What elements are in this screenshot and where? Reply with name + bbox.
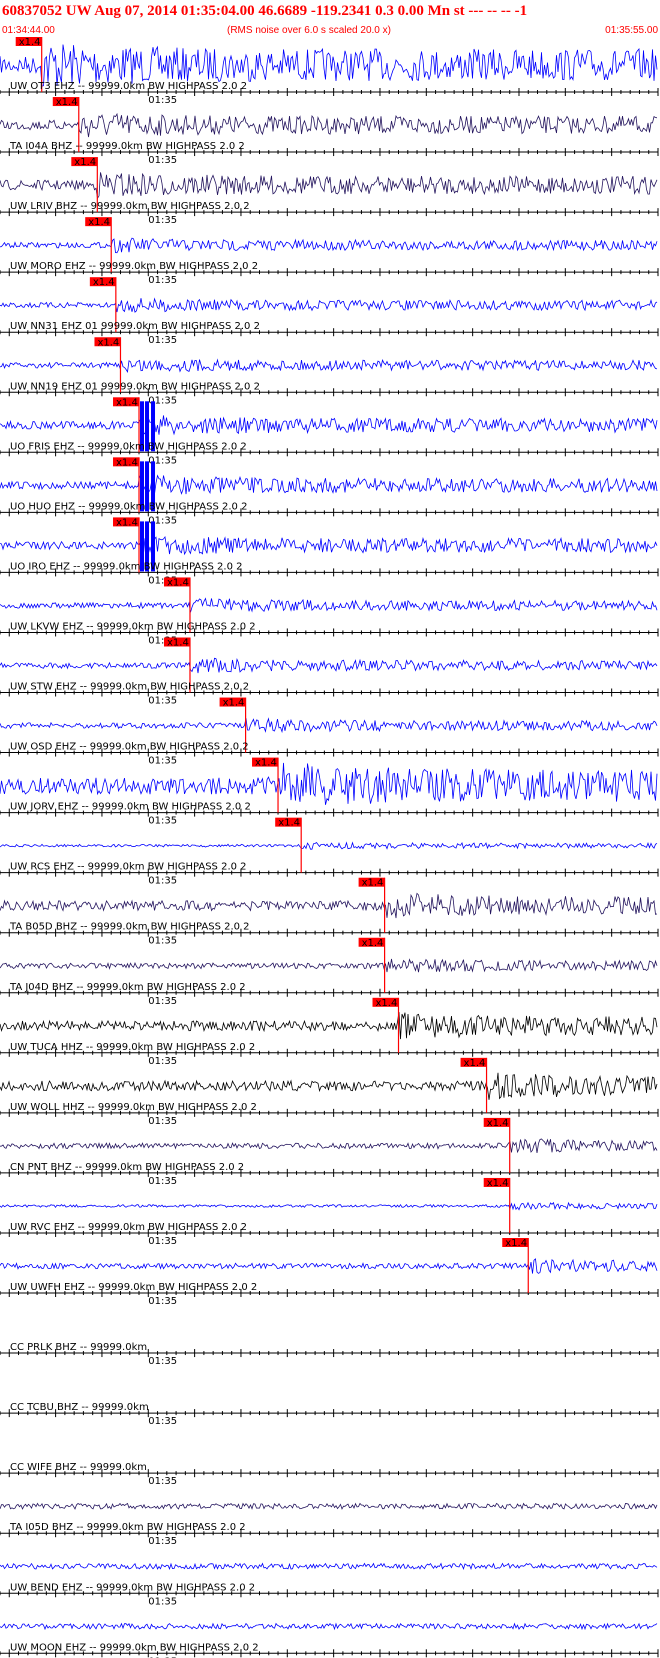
tick-label: 01:35 [148, 1236, 177, 1247]
trace-label: UW OSD EHZ -- 99999.0km BW HIGHPASS 2.0 … [10, 742, 249, 753]
header-title: 60837052 UW Aug 07, 2014 01:35:04.00 46.… [2, 3, 527, 19]
tick-label: 01:35 [148, 996, 177, 1007]
tick-label: 01:35 [148, 1536, 177, 1547]
header-end-time: 01:35:55.00 [605, 25, 658, 36]
pick-label: x1.4 [278, 818, 300, 829]
trace-label: CC TCBU BHZ -- 99999.0km [10, 1402, 149, 1413]
tick-label: 01:35 [148, 275, 177, 286]
trace-label: UW JORV EHZ -- 99999.0km BW HIGHPASS 2.0… [10, 802, 251, 813]
tick-label: 01:35 [148, 1176, 177, 1187]
tick-label: 01:35 [148, 756, 177, 767]
trace-label: UW OT3 EHZ -- 99999.0km BW HIGHPASS 2.0 … [10, 81, 247, 92]
tick-label: 01:35 [148, 95, 177, 106]
pick-label: x1.4 [74, 157, 96, 168]
tick-label: 01:35 [148, 335, 177, 346]
tick-label: 01:35 [148, 215, 177, 226]
pick-label: x1.4 [464, 1058, 486, 1069]
trace-label: UW LRIV BHZ -- 99999.0km BW HIGHPASS 2.0… [10, 201, 250, 212]
trace-label: UO IRO EHZ -- 99999.0km BW HIGHPASS 2.0 … [10, 561, 243, 572]
seismogram-plot: 60837052 UW Aug 07, 2014 01:35:04.00 46.… [0, 0, 660, 1658]
trace-label: UO FRIS EHZ -- 99999.0km BW HIGHPASS 2.0… [10, 441, 247, 452]
trace-label: UW RVC EHZ -- 99999.0km BW HIGHPASS 2.0 … [10, 1222, 247, 1233]
trace-label: UW MOON EHZ -- 99999.0km BW HIGHPASS 2.0… [10, 1642, 259, 1653]
trace-label: UW NN31 EHZ 01 99999.0km BW HIGHPASS 2.0… [10, 321, 260, 332]
tick-label: 01:35 [148, 936, 177, 947]
pick-label: x1.4 [56, 97, 78, 108]
pick-label: x1.4 [116, 457, 138, 468]
trace-label: TA J04D BHZ -- 99999.0km BW HIGHPASS 2.0… [9, 982, 246, 993]
pick-label: x1.4 [505, 1238, 527, 1249]
trace-label: UW BEND EHZ -- 99999.0km BW HIGHPASS 2.0… [10, 1582, 255, 1593]
pick-label: x1.4 [487, 1118, 509, 1129]
tick-label: 01:35 [148, 1296, 177, 1307]
tick-label: 01:35 [148, 1356, 177, 1367]
pick-label: x1.4 [255, 758, 277, 769]
trace-label: UW WOLL HHZ -- 99999.0km BW HIGHPASS 2.0… [10, 1102, 257, 1113]
trace-label: UW STW EHZ -- 99999.0km BW HIGHPASS 2.0 … [10, 682, 249, 693]
trace-label: CN PNT BHZ -- 99999.0km BW HIGHPASS 2.0 … [10, 1162, 244, 1173]
tick-label: 01:35 [148, 155, 177, 166]
pick-label: x1.4 [167, 577, 189, 588]
trace-label: UW RCS EHZ -- 99999.0km BW HIGHPASS 2.0 … [10, 862, 247, 873]
trace-label: CC WIFE BHZ -- 99999.0km [10, 1462, 147, 1473]
tick-label: 01:35 [148, 816, 177, 827]
pick-label: x1.4 [167, 638, 189, 649]
pick-label: x1.4 [19, 37, 41, 48]
trace-label: UW MORO EHZ -- 99999.0km BW HIGHPASS 2.0… [10, 261, 258, 272]
tick-label: 01:35 [148, 1476, 177, 1487]
header-subtitle: (RMS noise over 6.0 s scaled 20.0 x) [227, 25, 391, 36]
pick-label: x1.4 [376, 998, 398, 1009]
header-start-time: 01:34:44.00 [2, 25, 55, 36]
trace-label: UO HUO EHZ -- 99999.0km BW HIGHPASS 2.0 … [10, 501, 247, 512]
trace-label: TA I04A BHZ -- 99999.0km BW HIGHPASS 2.0… [9, 141, 245, 152]
pick-label: x1.4 [487, 1178, 509, 1189]
pick-label: x1.4 [116, 397, 138, 408]
tick-label: 01:35 [148, 696, 177, 707]
tick-label: 01:35 [148, 876, 177, 887]
pick-label: x1.4 [362, 878, 384, 889]
trace-label: UW LKVW EHZ -- 99999.0km BW HIGHPASS 2.0… [10, 621, 256, 632]
pick-label: x1.4 [362, 938, 384, 949]
trace-label: CC PRLK BHZ -- 99999.0km [10, 1342, 147, 1353]
pick-label: x1.4 [116, 517, 138, 528]
pick-label: x1.4 [93, 277, 115, 288]
trace-label: UW UWFH EHZ -- 99999.0km BW HIGHPASS 2.0… [10, 1282, 257, 1293]
trace-label: TA I05D BHZ -- 99999.0km BW HIGHPASS 2.0… [9, 1522, 246, 1533]
pick-label: x1.4 [97, 337, 119, 348]
trace-label: UW NN19 EHZ 01 99999.0km BW HIGHPASS 2.0… [10, 381, 260, 392]
tick-label: 01:35 [148, 1056, 177, 1067]
tick-label: 01:35 [148, 1416, 177, 1427]
tick-label: 01:35 [148, 1596, 177, 1607]
trace-label: TA B05D BHZ -- 99999.0km BW HIGHPASS 2.0… [9, 922, 250, 933]
pick-label: x1.4 [88, 217, 110, 228]
pick-label: x1.4 [223, 698, 245, 709]
trace-label: UW TUCA HHZ -- 99999.0km BW HIGHPASS 2.0… [10, 1042, 255, 1053]
tick-label: 01:35 [148, 1116, 177, 1127]
